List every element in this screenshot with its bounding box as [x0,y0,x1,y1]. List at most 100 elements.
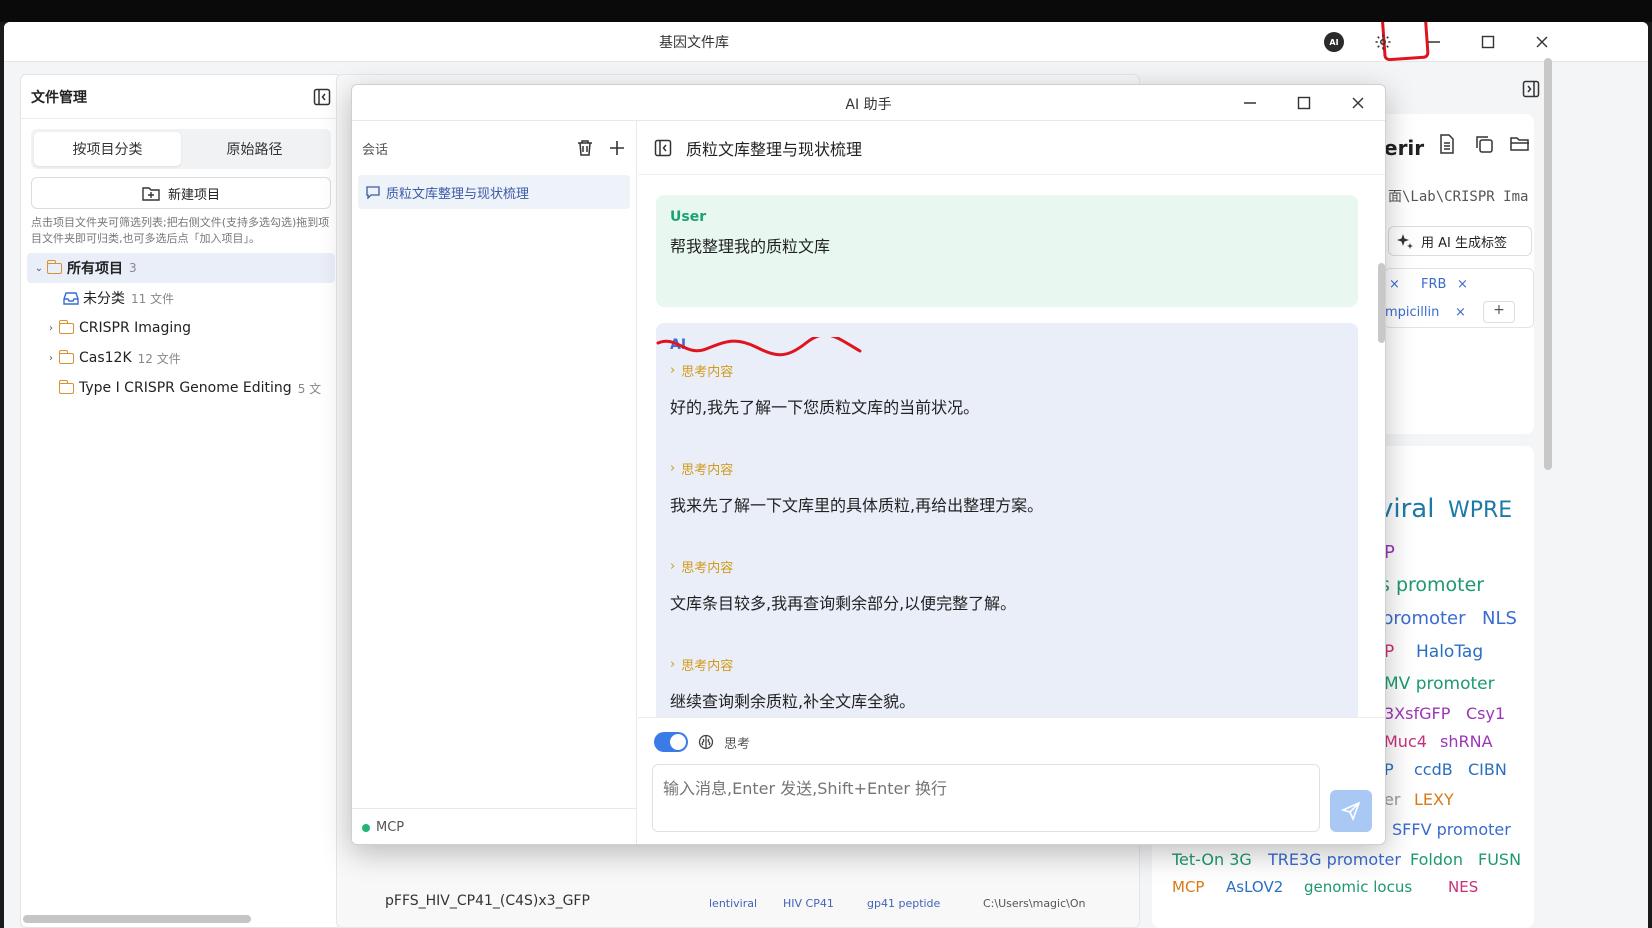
trash-icon[interactable] [576,139,594,157]
file-management-panel: 文件管理 按项目分类 原始路径 新建项目 点击项目文件夹可筛选列表;把右侧文件(… [20,74,342,928]
tag-chip[interactable]: FRB [1421,277,1446,292]
cloud-word[interactable]: NES [1448,878,1478,896]
new-project-button[interactable]: 新建项目 [31,177,331,209]
ai-assistant-button[interactable]: AI [1318,28,1350,56]
ai-generate-tags-button[interactable]: 用 AI 生成标签 [1388,226,1532,256]
settings-button[interactable] [1367,28,1399,56]
ai-generate-tags-label: 用 AI 生成标签 [1421,235,1507,251]
cloud-word[interactable]: ccdB [1414,760,1453,779]
tag-box: × FRB × mpicillin × + [1384,268,1534,328]
new-project-label: 新建项目 [167,187,220,203]
tag-remove-icon[interactable]: × [1457,277,1468,292]
folder-plus-icon [142,187,160,201]
cloud-word[interactable]: promoter [1382,608,1466,629]
maximize-icon [1297,96,1311,110]
horizontal-scrollbar[interactable] [23,915,251,923]
tree-item-crispr-imaging[interactable]: › CRISPR Imaging [21,313,341,343]
thinking-toggle[interactable]: › 思考内容 [670,361,979,380]
detail-path-partial: 面\Lab\CRISPR Ima [1388,189,1529,205]
cloud-word[interactable]: AsLOV2 [1226,878,1283,896]
cloud-word[interactable]: genomic locus [1304,878,1412,896]
dialog-title-bar: AI 助手 [352,85,1385,121]
copy-icon[interactable] [1474,134,1494,154]
cloud-word[interactable]: Muc4 [1384,732,1427,751]
ai-message-text: 我来先了解一下文库里的具体质粒,再给出整理方案。 [670,496,1044,515]
thinking-label: 思考内容 [681,659,734,674]
cloud-word[interactable]: CIBN [1468,760,1507,779]
dialog-maximize-button[interactable] [1290,89,1318,117]
cloud-word[interactable]: Csy1 [1466,704,1505,723]
cloud-word[interactable]: er [1384,790,1400,809]
cloud-word[interactable]: s promoter [1380,574,1484,596]
plus-icon[interactable] [608,139,626,157]
chevron-right-icon[interactable]: › [43,323,59,334]
window-title: 基因文件库 [659,35,729,51]
close-button[interactable] [1526,28,1558,56]
ai-message-text: 好的,我先了解一下您质粒文库的当前状况。 [670,398,980,417]
user-role-label: User [670,209,707,225]
cloud-word[interactable]: LEXY [1414,790,1454,809]
screen-top-strip [0,0,1652,22]
minimize-button[interactable] [1418,28,1450,56]
document-icon[interactable] [1438,134,1456,154]
dialog-close-button[interactable] [1344,89,1372,117]
ai-assistant-dialog: AI 助手 会话 质粒文库整理与现状梳理 MCP 质粒文库整理与现状梳理 Use… [351,84,1386,845]
tree-item-type-i-crispr[interactable]: Type I CRISPR Genome Editing 5 文 [21,373,341,403]
tree-root-label: 所有项目 [67,261,123,277]
minimize-icon [1244,102,1256,104]
gear-icon [1375,34,1391,50]
dialog-minimize-button[interactable] [1236,89,1264,117]
tag-remove-icon[interactable]: × [1455,305,1466,320]
cloud-word[interactable]: Foldon [1410,850,1463,869]
dialog-title: AI 助手 [845,97,892,113]
cloud-word[interactable]: MV promoter [1384,674,1495,694]
chevron-right-icon: › [670,363,676,378]
cloud-word[interactable]: HaloTag [1416,642,1483,662]
cloud-word[interactable]: TRE3G promoter [1268,850,1401,869]
session-item[interactable]: 质粒文库整理与现状梳理 [358,175,630,209]
tree-item-label: CRISPR Imaging [79,320,192,336]
add-tag-button[interactable]: + [1483,301,1515,323]
chat-scrollbar[interactable] [1378,263,1385,343]
cloud-word[interactable]: NLS [1482,608,1517,629]
cloud-word[interactable]: FUSN [1478,850,1521,869]
cloud-word[interactable]: viral [1378,494,1434,524]
mcp-status[interactable]: MCP [352,808,636,844]
folder-open-icon[interactable] [1510,136,1530,152]
thinking-label: 思考内容 [681,365,734,380]
cloud-word[interactable]: Tet-On 3G [1172,850,1252,869]
tree-root-count: 3 [129,261,137,275]
thinking-toggle[interactable]: › 思考内容 [670,459,1043,478]
collapse-sidebar-icon[interactable] [654,139,672,157]
view-mode-segment: 按项目分类 原始路径 [31,129,331,169]
tag-chip[interactable]: mpicillin [1385,305,1439,320]
tree-root-all-projects[interactable]: ⌄ 所有项目 3 [27,253,335,283]
chevron-right-icon: › [670,559,676,574]
think-switch[interactable] [654,732,688,752]
maximize-button[interactable] [1472,28,1504,56]
cloud-word[interactable]: 3XsfGFP [1384,704,1450,723]
session-label: 会话 [362,142,389,158]
thinking-toggle[interactable]: › 思考内容 [670,655,915,674]
cloud-word[interactable]: WPRE [1448,498,1512,523]
input-area: 思考 [638,717,1385,844]
tree-item-cas12k[interactable]: › Cas12K 12 文件 [21,343,341,373]
tree-item-label: Type I CRISPR Genome Editing [79,380,292,396]
message-input[interactable] [652,764,1320,832]
cloud-word[interactable]: shRNA [1440,732,1493,751]
chevron-right-icon: › [670,461,676,476]
thinking-toggle[interactable]: › 思考内容 [670,557,1016,576]
chevron-right-icon[interactable]: › [43,353,59,364]
expand-panel-icon[interactable] [1522,80,1540,98]
collapse-panel-icon[interactable] [313,88,331,106]
tab-by-project[interactable]: 按项目分类 [34,132,181,166]
tab-original-path[interactable]: 原始路径 [181,132,328,166]
thinking-label: 思考内容 [681,561,734,576]
cloud-word[interactable]: SFFV promoter [1392,820,1511,839]
vertical-scrollbar[interactable] [1544,58,1552,470]
tag-remove-icon[interactable]: × [1389,277,1400,292]
file-row-name[interactable]: pFFS_HIV_CP41_(C4S)x3_GFP [385,893,590,909]
tree-item-uncategorized[interactable]: 未分类 11 文件 [21,283,341,313]
send-button[interactable] [1330,790,1372,832]
cloud-word[interactable]: MCP [1172,878,1204,896]
